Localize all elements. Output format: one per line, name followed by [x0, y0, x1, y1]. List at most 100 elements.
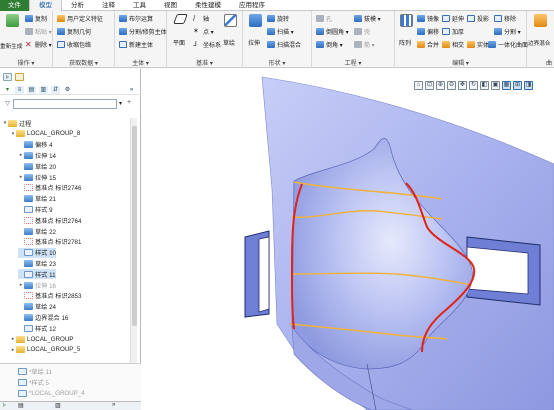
group-body-label[interactable]: 主体 ▾ [115, 58, 166, 67]
rib-button[interactable]: 筋 ▾ [354, 40, 375, 49]
tree-scrollbar[interactable] [130, 118, 137, 363]
shell-button[interactable]: 壳 [354, 27, 370, 36]
inserted-feature-item[interactable]: *样式 5 [18, 377, 49, 387]
annotation-display-icon[interactable]: ◨ [524, 81, 533, 90]
tree-node[interactable]: ▸ 拉伸 15 [18, 172, 56, 182]
tree-node[interactable]: 草绘 20 [18, 161, 56, 171]
group-engineering-label[interactable]: 工程 ▾ [312, 58, 394, 67]
mirror-button[interactable]: 镜像 [417, 14, 439, 23]
display-style-icon[interactable]: ◧ [480, 81, 489, 90]
pattern-button[interactable] [396, 14, 416, 28]
tab-annotate[interactable]: 注释 [93, 0, 124, 11]
columns-icon[interactable]: ▥ [39, 85, 48, 94]
tree-node[interactable]: ▸ LOCAL_GROUP [10, 334, 73, 344]
tree-node[interactable]: 样式 11 [18, 269, 56, 280]
filter-tree-icon[interactable]: ⇵ [51, 85, 60, 94]
chamfer-button[interactable]: 倒角 ▾ [316, 40, 343, 49]
tree-view-icon[interactable]: ≡ [15, 85, 24, 94]
tree-search-input[interactable] [13, 99, 117, 109]
group-operations-label[interactable]: 操作 ▾ [0, 58, 52, 67]
inserted-feature-item[interactable]: *LOCAL_GROUP_4 [18, 388, 85, 398]
swept-blend-button[interactable]: 扫描混合 [267, 40, 301, 49]
tab-model[interactable]: 模型 [29, 0, 62, 11]
boundary-blend-button[interactable] [530, 14, 550, 28]
model-tree-footer-icon[interactable]: ⊧ [3, 402, 6, 409]
more-icon[interactable]: » [127, 86, 136, 94]
regenerate-button[interactable] [2, 14, 22, 28]
footer-view-icon[interactable]: ▥ [55, 402, 61, 409]
copy-button[interactable]: 复制 [25, 14, 47, 23]
refit-icon[interactable]: ⌂ [414, 81, 423, 90]
datum-display-icon[interactable]: ⊞ [513, 81, 522, 90]
settings-icon[interactable]: ⚙ [63, 86, 72, 94]
group-editing-label[interactable]: 编辑 ▾ [395, 58, 526, 67]
tree-node[interactable]: ▸ 拉伸 14 [18, 150, 56, 160]
boolean-button[interactable]: 布尔运算 [119, 14, 153, 23]
revolve-button[interactable]: 旋转 [267, 14, 289, 23]
tab-applications[interactable]: 应用程序 [230, 0, 274, 11]
group-shapes-label[interactable]: 形状 ▾ [243, 58, 311, 67]
tree-node[interactable]: ▸ 拉伸 16 [18, 280, 56, 290]
tab-analysis[interactable]: 分析 [62, 0, 93, 11]
folder-browser-tab-icon[interactable] [15, 73, 24, 81]
axis-button[interactable]: / 轴 [193, 14, 209, 24]
view-manager-icon[interactable]: ▦ [502, 81, 511, 90]
thicken-button[interactable]: 加厚 [442, 27, 464, 36]
project-button[interactable]: 投影 [467, 14, 489, 23]
zoom-window-icon[interactable]: ⊡ [425, 81, 434, 90]
tree-node[interactable]: 样式 10 [18, 247, 56, 258]
sweep-button[interactable]: 扫描 ▾ [267, 27, 294, 36]
tree-node[interactable]: 样式 9 [18, 204, 53, 214]
tree-node[interactable]: ▸ LOCAL_GROUP_5 [10, 345, 80, 355]
tree-node[interactable]: 基准点 标识2853 [18, 291, 81, 301]
new-body-button[interactable]: 新建主体 [119, 40, 153, 49]
tree-node[interactable]: 草绘 24 [18, 302, 56, 312]
scrollbar-thumb[interactable] [132, 126, 137, 326]
extend-button[interactable]: 延伸 [442, 14, 464, 23]
copy-geometry-button[interactable]: 复制几何 [57, 27, 91, 36]
shrinkwrap-button[interactable]: 收缩包络 [57, 40, 91, 49]
layer-tree-icon[interactable]: ▤ [27, 85, 36, 94]
footer-more-icon[interactable]: » [112, 402, 115, 408]
tree-node[interactable]: 基准点 标识2746 [18, 183, 81, 193]
split-trim-body-button[interactable]: 分割/修剪主体 [119, 27, 167, 36]
tree-node[interactable]: 草绘 22 [18, 226, 56, 236]
model-graphic[interactable] [142, 69, 554, 410]
layers-footer-icon[interactable]: ▤ [18, 402, 24, 409]
hole-button[interactable]: 孔 [316, 14, 332, 23]
pan-icon[interactable]: ✥ [458, 81, 467, 90]
tree-node[interactable]: 偏移 4 [18, 140, 53, 150]
zoom-in-icon[interactable]: ⊕ [436, 81, 445, 90]
paste-button[interactable]: 粘贴 ▾ [25, 27, 52, 36]
tree-node[interactable]: 基准点 标识2781 [18, 237, 81, 247]
draft-button[interactable]: 拔模 ▾ [354, 14, 381, 23]
saved-views-icon[interactable]: ▣ [491, 81, 500, 90]
zoom-out-icon[interactable]: ⊖ [447, 81, 456, 90]
csys-button[interactable]: ⅃ 坐标系 [193, 40, 221, 49]
tree-node[interactable]: 样式 12 [18, 323, 56, 333]
remove-button[interactable]: 移除 [494, 14, 516, 23]
tree-node[interactable]: 边界混合 16 [18, 312, 68, 322]
tab-tools[interactable]: 工具 [124, 0, 155, 11]
inserted-feature-item[interactable]: *草绘 11 [18, 366, 52, 376]
udf-button[interactable]: 用户定义特征 [57, 14, 103, 23]
graphics-viewport[interactable]: ⌂ ⊡ ⊕ ⊖ ✥ ↻ ◧ ▣ ▦ ⊞ ◨ [142, 69, 554, 410]
delete-button[interactable]: ✕ 删除 ▾ [25, 40, 52, 50]
merge-button[interactable]: 合并 [417, 40, 439, 49]
tree-node[interactable]: 草绘 23 [18, 258, 56, 268]
tree-node[interactable]: 基准点 标识2764 [18, 215, 81, 225]
sketch-button[interactable] [220, 14, 240, 28]
tree-node[interactable]: ▾ LOCAL_GROUP_8 [10, 129, 80, 139]
tab-view[interactable]: 视图 [155, 0, 186, 11]
model-tree-tab-icon[interactable]: ⊧ [3, 73, 12, 81]
extrude-button[interactable] [245, 14, 265, 28]
split-button[interactable]: 分割 ▾ [494, 27, 521, 36]
tree-node[interactable]: ▾ 过程 [2, 118, 31, 128]
group-get-data-label[interactable]: 获取数据 ▾ [53, 58, 114, 67]
tab-file[interactable]: 文件 [0, 0, 29, 11]
repaint-icon[interactable]: ↻ [469, 81, 478, 90]
group-surfaces-label[interactable]: 曲 [527, 58, 554, 67]
unify-surface-button[interactable]: 一体化曲面 [488, 40, 528, 49]
display-icon[interactable]: ▾ [3, 86, 12, 94]
point-button[interactable]: ✶ 点 ▾ [193, 27, 214, 36]
